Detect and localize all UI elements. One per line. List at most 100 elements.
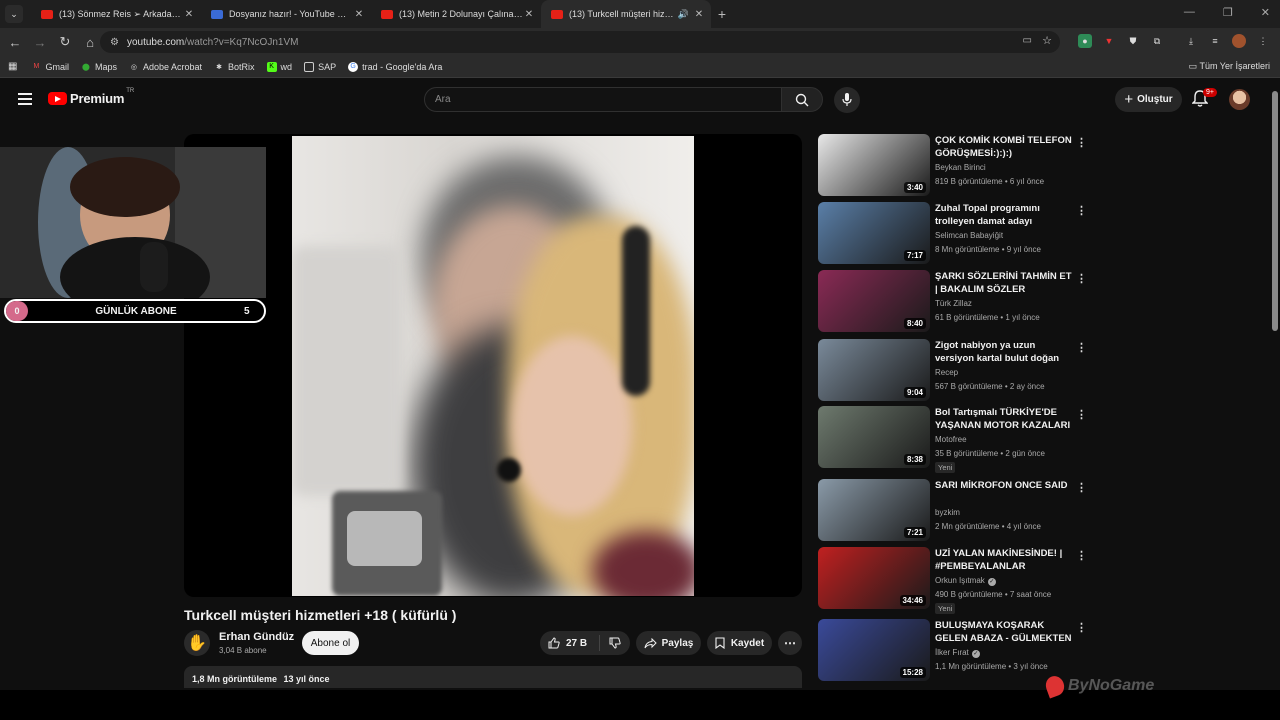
related-video-item[interactable]: 9:04 Zigot nabiyon ya uzun versiyon karta… — [818, 339, 1090, 403]
bookmark-acrobat[interactable]: ◎ Adobe Acrobat — [129, 62, 202, 72]
subscribe-button[interactable]: Abone ol — [302, 631, 359, 655]
new-tab-button[interactable]: + — [711, 6, 733, 22]
extension-shield2-icon[interactable]: ⛊ — [1126, 34, 1140, 48]
related-channel-name[interactable]: Motofree — [935, 435, 967, 444]
more-options-icon[interactable]: ⋮ — [1076, 272, 1087, 285]
reload-icon[interactable]: ↻ — [53, 34, 77, 50]
save-button[interactable]: Kaydet — [707, 631, 772, 655]
close-icon[interactable]: ✕ — [353, 9, 365, 20]
all-bookmarks[interactable]: ▭ Tüm Yer İşaretleri — [1189, 61, 1270, 72]
related-channel-name[interactable]: Türk Zillaz — [935, 299, 972, 308]
related-video-item[interactable]: 7:17 Zuhal Topal programını trolleyen dam… — [818, 202, 1090, 266]
related-video-title[interactable]: ÇOK KOMİK KOMBİ TELEFON GÖRÜŞMESİ:):):) — [935, 134, 1073, 160]
extensions-puzzle-icon[interactable]: ⧉ — [1150, 34, 1164, 48]
home-icon[interactable]: ⌂ — [78, 35, 102, 50]
related-video-title[interactable]: ŞARKI SÖZLERİNİ TAHMİN ET | BAKALIM SÖZL… — [935, 270, 1073, 297]
share-button[interactable]: Paylaş — [636, 631, 701, 655]
search-button[interactable] — [781, 87, 823, 112]
reading-list-icon[interactable]: ≡ — [1208, 34, 1222, 48]
channel-name[interactable]: Erhan Gündüz — [219, 631, 294, 643]
related-video-title[interactable]: UZİ YALAN MAKİNESİNDE! | #PEMBEYALANLAR — [935, 547, 1073, 573]
browser-tab-4-active[interactable]: (13) Turkcell müşteri hizmet 🔊 ✕ — [541, 0, 711, 28]
address-bar[interactable]: ⚙ youtube.com/watch?v=Kq7NcOJn1VM ▭ ☆ — [100, 31, 1060, 53]
browser-tab-strip: ⌄ (13) Sönmez Reis ➢ Arkadaşlar ✕ Dosyan… — [0, 0, 1280, 28]
close-icon[interactable]: ✕ — [183, 9, 195, 20]
more-options-icon[interactable]: ⋮ — [1076, 481, 1087, 494]
more-options-icon[interactable]: ⋮ — [1076, 408, 1087, 421]
extension-shield-icon[interactable]: ● — [1078, 34, 1092, 48]
like-button[interactable]: 27 B — [540, 635, 600, 651]
video-thumbnail[interactable]: 7:21 — [818, 479, 930, 541]
related-video-item[interactable]: 34:46 UZİ YALAN MAKİNESİNDE! | #PEMBEYALA… — [818, 547, 1090, 614]
bookmark-star-icon[interactable]: ☆ — [1042, 34, 1052, 47]
more-options-icon[interactable]: ⋮ — [1076, 549, 1087, 562]
video-thumbnail[interactable]: 8:40 — [818, 270, 930, 332]
profile-avatar[interactable] — [1232, 34, 1246, 48]
more-actions-button[interactable]: ⋯ — [778, 631, 802, 655]
description-box[interactable]: 1,8 Mn görüntüleme 13 yıl önce — [184, 666, 802, 688]
youtube-premium-logo[interactable]: Premium TR — [48, 88, 134, 106]
related-video-item[interactable]: 15:28 BULUŞMAYA KOŞARAK GELEN ABAZA - GÜL… — [818, 619, 1090, 683]
menu-hamburger-icon[interactable] — [18, 93, 32, 105]
related-video-item[interactable]: 7:21 SARI MİKROFON ONCE SAID byzkim 2 Mn gö… — [818, 479, 1090, 543]
related-video-title[interactable]: Zigot nabiyon ya uzun versiyon kartal bu… — [935, 339, 1073, 365]
apps-grid-icon[interactable]: ▦ — [8, 61, 17, 72]
search-input[interactable]: Ara — [424, 87, 782, 112]
tab-search-button[interactable]: ⌄ — [5, 5, 23, 23]
speaker-icon[interactable]: 🔊 — [678, 9, 689, 20]
bookmark-botrix[interactable]: ✱ BotRix — [214, 62, 254, 72]
site-info-icon[interactable]: ⚙ — [110, 37, 119, 48]
more-options-icon[interactable]: ⋮ — [1076, 341, 1087, 354]
back-icon[interactable]: ← — [3, 35, 27, 50]
related-channel-name[interactable]: Selimcan Babayiğit — [935, 231, 1003, 240]
video-thumbnail[interactable]: 9:04 — [818, 339, 930, 401]
more-options-icon[interactable]: ⋮ — [1076, 204, 1087, 217]
account-avatar[interactable] — [1229, 89, 1250, 110]
more-options-icon[interactable]: ⋮ — [1076, 621, 1087, 634]
related-channel-name[interactable]: Orkun Işıtmak ✓ — [935, 576, 996, 586]
related-channel-name[interactable]: Recep — [935, 368, 958, 377]
forward-icon[interactable]: → — [28, 35, 52, 50]
dislike-button[interactable] — [600, 637, 630, 649]
related-channel-name[interactable]: İlker Fırat ✓ — [935, 648, 980, 658]
related-video-title[interactable]: Zuhal Topal programını trolleyen damat a… — [935, 202, 1073, 228]
browser-tab-1[interactable]: (13) Sönmez Reis ➢ Arkadaşlar ✕ — [31, 0, 201, 28]
video-player[interactable] — [184, 134, 802, 597]
browser-tab-2[interactable]: Dosyanız hazır! - YouTube MP3 ✕ — [201, 0, 371, 28]
related-video-title[interactable]: BULUŞMAYA KOŞARAK GELEN ABAZA - GÜLMEKTE… — [935, 619, 1073, 646]
bookmark-gmail[interactable]: M Gmail — [31, 62, 69, 72]
close-window-icon[interactable]: ✕ — [1261, 6, 1270, 19]
video-thumbnail[interactable]: 15:28 — [818, 619, 930, 681]
related-video-title[interactable]: Bol Tartışmalı TÜRKİYE'DE YAŞANAN MOTOR … — [935, 406, 1073, 433]
video-thumbnail[interactable]: 34:46 — [818, 547, 930, 609]
menu-kebab-icon[interactable]: ⋮ — [1256, 34, 1270, 48]
related-channel-name[interactable]: Beykan Birinci — [935, 163, 986, 172]
maximize-icon[interactable]: ❐ — [1223, 6, 1233, 19]
cast-icon[interactable]: ▭ — [1023, 35, 1032, 46]
bookmark-wd[interactable]: Kwd — [266, 61, 292, 72]
video-thumbnail[interactable]: 3:40 — [818, 134, 930, 196]
related-video-item[interactable]: 8:40 ŞARKI SÖZLERİNİ TAHMİN ET | BAKALIM … — [818, 270, 1090, 334]
page-scrollbar[interactable] — [1270, 81, 1280, 690]
related-channel-name[interactable]: byzkim — [935, 508, 960, 517]
minimize-icon[interactable]: — — [1184, 6, 1195, 19]
bookmark-sap[interactable]: SAP — [304, 61, 336, 72]
download-icon[interactable]: ⤓ — [1184, 34, 1198, 48]
channel-avatar[interactable]: ✋ — [184, 630, 210, 656]
more-options-icon[interactable]: ⋮ — [1076, 136, 1087, 149]
video-thumbnail[interactable]: 7:17 — [818, 202, 930, 264]
bookmark-maps[interactable]: ⬤ Maps — [81, 62, 117, 72]
close-icon[interactable]: ✕ — [693, 9, 705, 20]
related-video-item[interactable]: 8:38 Bol Tartışmalı TÜRKİYE'DE YAŞANAN MO… — [818, 406, 1090, 473]
related-video-item[interactable]: 3:40 ÇOK KOMİK KOMBİ TELEFON GÖRÜŞMESİ:):… — [818, 134, 1090, 198]
scrollbar-thumb[interactable] — [1272, 91, 1278, 331]
related-video-title[interactable]: SARI MİKROFON ONCE SAID — [935, 479, 1073, 492]
create-button[interactable]: + Oluştur — [1115, 87, 1182, 112]
kick-icon: K — [266, 61, 277, 72]
voice-search-button[interactable] — [834, 87, 860, 113]
bookmark-trad[interactable]: Gtrad - Google'da Ara — [348, 61, 442, 72]
browser-tab-3[interactable]: (13) Metin 2 Dolunayı Çalınan ( ✕ — [371, 0, 541, 28]
video-thumbnail[interactable]: 8:38 — [818, 406, 930, 468]
close-icon[interactable]: ✕ — [523, 9, 535, 20]
extension-red-icon[interactable]: ▼ — [1102, 34, 1116, 48]
